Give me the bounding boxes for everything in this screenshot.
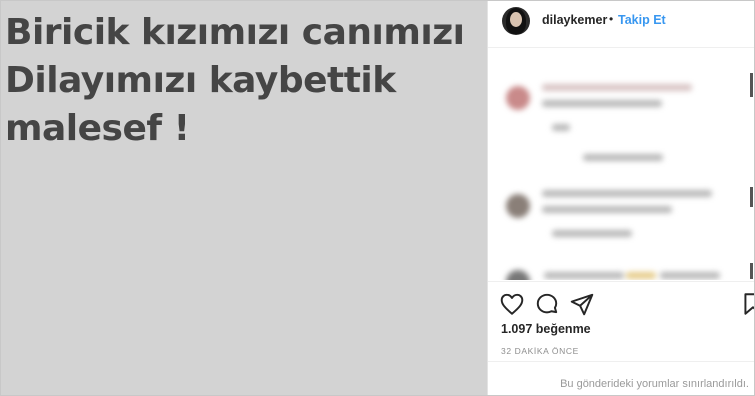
comment-avatar: [506, 270, 530, 280]
post-image[interactable]: Biricik kızımızı canımızı Dilayımızı kay…: [1, 1, 487, 395]
username[interactable]: dilaykemer: [542, 13, 607, 27]
comments-restricted-text: Bu gönderideki yorumlar sınırlandırıldı.: [560, 378, 749, 390]
comments-area[interactable]: [488, 48, 754, 280]
comment-line: [552, 230, 632, 237]
instagram-post-window: Biricik kızımızı canımızı Dilayımızı kay…: [0, 0, 755, 396]
scrollbar[interactable]: [750, 187, 753, 207]
post-sidebar: dilaykemer • Takip Et 1.097 beğenme 32 D…: [487, 1, 755, 395]
likes-count[interactable]: 1.097 beğenme: [501, 322, 591, 336]
avatar[interactable]: [502, 7, 530, 35]
comment-avatar: [506, 194, 530, 218]
avatar-face: [510, 12, 522, 27]
comment-line: [544, 272, 624, 279]
action-bar: 1.097 beğenme 32 DAKİKA ÖNCE: [488, 281, 755, 372]
post-image-text: Biricik kızımızı canımızı Dilayımızı kay…: [5, 12, 465, 149]
send-icon[interactable]: [569, 291, 595, 317]
bookmark-icon[interactable]: [740, 291, 755, 317]
comment-item: [488, 258, 754, 280]
comment-line: [552, 124, 570, 131]
comment-item: [488, 178, 754, 248]
follow-button[interactable]: Takip Et: [618, 13, 666, 27]
comment-item: [488, 48, 754, 168]
comment-line: [583, 154, 663, 161]
comment-avatar: [506, 86, 530, 110]
scrollbar[interactable]: [750, 263, 753, 279]
post-header: dilaykemer • Takip Et: [488, 1, 754, 48]
comments-restricted-bar: Bu gönderideki yorumlar sınırlandırıldı.: [488, 361, 754, 395]
heart-icon[interactable]: [499, 291, 525, 317]
separator-dot: •: [609, 12, 614, 26]
comment-line: [542, 190, 712, 197]
comment-line: [542, 100, 662, 107]
comment-line: [542, 206, 672, 213]
scrollbar[interactable]: [750, 73, 753, 97]
post-timestamp[interactable]: 32 DAKİKA ÖNCE: [501, 346, 579, 356]
comment-line: [660, 272, 720, 279]
comment-line: [542, 84, 692, 91]
comment-icon[interactable]: [534, 291, 560, 317]
comment-line: [626, 272, 656, 279]
